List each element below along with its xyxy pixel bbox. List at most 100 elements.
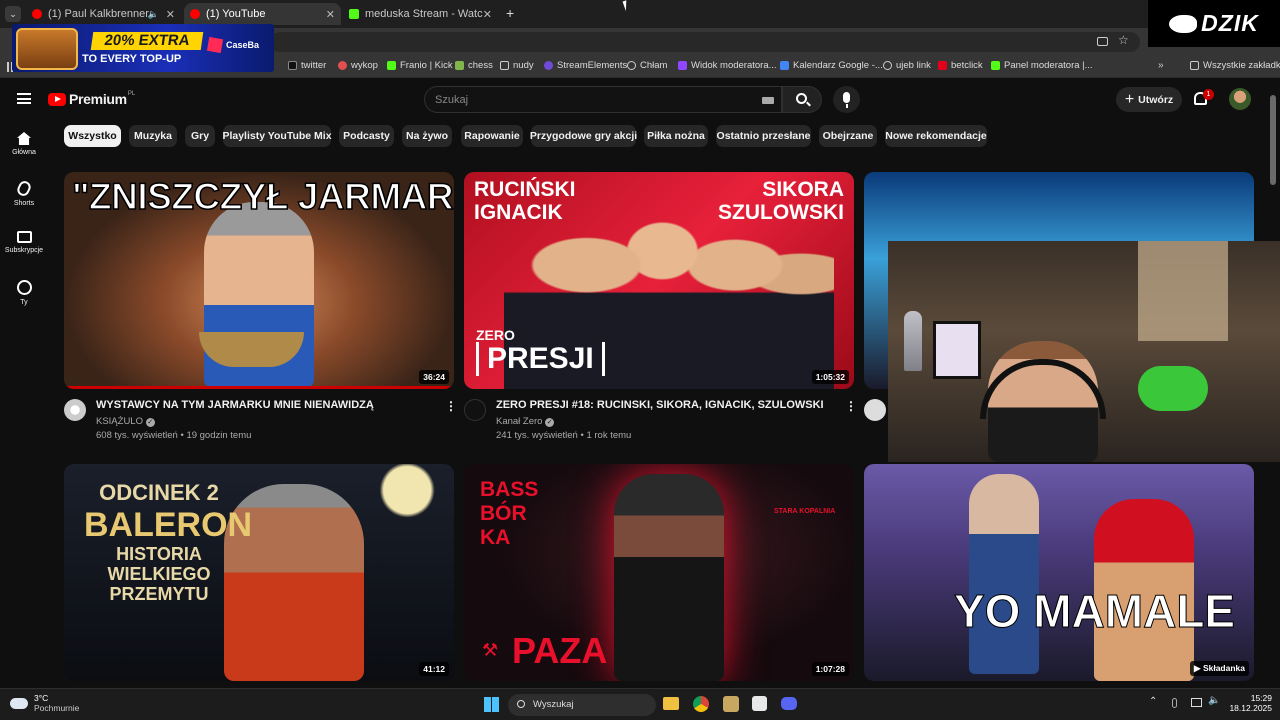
kick-icon: [387, 61, 396, 70]
chip-rapowanie[interactable]: Rapowanie: [461, 125, 523, 147]
discord-icon[interactable]: [781, 697, 797, 710]
tab-search-button[interactable]: ⌄: [5, 6, 21, 22]
bookmark-chlam[interactable]: Chłam: [627, 60, 667, 71]
video-thumbnail[interactable]: YO MAMALE ▶ Składanka: [864, 464, 1254, 681]
windows-taskbar: 3°C Pochmurnie Wyszukaj ⌃ 🔈 15:29 18.12.…: [0, 688, 1280, 720]
bookmark-wykop[interactable]: wykop: [338, 60, 378, 71]
install-app-icon[interactable]: [1097, 37, 1108, 46]
video-thumbnail[interactable]: RUCIŃSKI IGNACIK SIKORA SZULOWSKI ZERO P…: [464, 172, 854, 389]
chip-nowe-rekomendacje[interactable]: Nowe rekomendacje: [885, 125, 987, 147]
bookmark-streamelements[interactable]: StreamElements: [544, 60, 627, 71]
user-avatar[interactable]: [1229, 88, 1251, 110]
video-duration: 41:12: [419, 662, 449, 676]
voice-search-button[interactable]: [833, 86, 860, 113]
windows-start-icon[interactable]: [484, 697, 499, 712]
new-tab-button[interactable]: +: [506, 5, 514, 21]
video-thumbnail[interactable]: BASS BÓR KA STARA KOPALNIA ⚒ PAZA 1:07:2…: [464, 464, 854, 681]
treasure-chest-icon: [16, 28, 78, 70]
keyboard-icon[interactable]: [762, 97, 774, 104]
video-title[interactable]: WYSTAWCY NA TYM JARMARKU MNIE NIENAWIDZĄ: [96, 399, 374, 411]
channel-avatar[interactable]: [464, 399, 486, 421]
hamburger-menu-icon[interactable]: [17, 93, 31, 104]
search-button[interactable]: [782, 86, 822, 113]
chip-podcasty[interactable]: Podcasty: [339, 125, 394, 147]
create-button[interactable]: + Utwórz: [1116, 87, 1182, 112]
close-tab-icon[interactable]: ✕: [483, 8, 492, 21]
channel-name[interactable]: Kanał Zero ✓: [496, 416, 555, 427]
close-tab-icon[interactable]: ✕: [326, 8, 335, 21]
chrome-icon[interactable]: [693, 696, 709, 712]
chip-gry[interactable]: Gry: [185, 125, 215, 147]
tab-youtube[interactable]: (1) YouTube ✕: [184, 3, 341, 25]
microphone-tray-icon[interactable]: [1172, 698, 1177, 708]
chip-ostatnio-przeslane[interactable]: Ostatnio przesłane: [716, 125, 811, 147]
globe-icon: [883, 61, 892, 70]
sidebar-item-subscriptions[interactable]: Subskrypcje: [0, 231, 48, 254]
close-tab-icon[interactable]: ✕: [166, 8, 175, 21]
cloud-icon: [10, 697, 28, 709]
youtube-header: Premium PL Szukaj + Utwórz 1: [0, 80, 1280, 120]
chip-wszystko[interactable]: Wszystko: [64, 125, 121, 147]
channel-avatar[interactable]: [864, 399, 886, 421]
more-options-icon[interactable]: ⋮: [845, 399, 857, 413]
clock[interactable]: 15:29 18.12.2025: [1222, 693, 1272, 713]
video-title[interactable]: ZERO PRESJI #18: RUCINSKI, SIKORA, IGNAC…: [496, 399, 824, 411]
youtube-favicon-icon: [32, 9, 42, 19]
bookmark-panel-moderatora[interactable]: Panel moderatora |...: [991, 60, 1093, 71]
dj-image: [614, 474, 724, 681]
bookmark-kalendarz-google[interactable]: Kalendarz Google -...: [780, 60, 883, 71]
video-thumbnail[interactable]: "ZNISZCZYŁ JARMARK!" 36:24: [64, 172, 454, 389]
chip-pilka-nozna[interactable]: Piłka nożna: [644, 125, 708, 147]
more-bookmarks-icon[interactable]: »: [1158, 60, 1164, 71]
sidebar-item-you[interactable]: Ty: [0, 280, 48, 306]
network-icon[interactable]: [1191, 698, 1202, 707]
app-icon[interactable]: [752, 696, 767, 711]
chip-przygodowe-gry[interactable]: Przygodowe gry akcji: [530, 125, 637, 147]
shorts-icon: [15, 179, 33, 198]
verified-icon: ✓: [145, 418, 155, 427]
chip-na-zywo[interactable]: Na żywo: [402, 125, 452, 147]
twitch-icon: [678, 61, 687, 70]
taskbar-search[interactable]: Wyszukaj: [508, 694, 656, 716]
video-thumbnail[interactable]: ODCINEK 2 BALERON HISTORIA WIELKIEGO PRZ…: [64, 464, 454, 681]
bookmark-betclick[interactable]: betclick: [938, 60, 983, 71]
show-hidden-icons[interactable]: ⌃: [1149, 696, 1157, 707]
thumbnail-text-right: SIKORA SZULOWSKI: [718, 178, 844, 224]
channel-avatar[interactable]: [64, 399, 86, 421]
tab-paul-kalkbrenner[interactable]: (1) Paul Kalkbrenner - Live a 🔈 ✕: [26, 3, 181, 25]
thumbnail-line1: ODCINEK 2: [99, 480, 219, 505]
weather-widget[interactable]: 3°C Pochmurnie: [10, 693, 79, 713]
bookmark-nudy[interactable]: nudy: [500, 60, 534, 71]
channel-name[interactable]: KSIĄŻULO ✓: [96, 416, 155, 427]
sidebar-item-home[interactable]: Główna: [0, 132, 48, 156]
bookmark-franio-kick[interactable]: Franio | Kick: [387, 60, 453, 71]
bookmark-twitter[interactable]: twitter: [288, 60, 326, 71]
url-field[interactable]: [270, 32, 1140, 52]
search-input[interactable]: Szukaj: [424, 86, 782, 113]
bookmark-widok-moderatora[interactable]: Widok moderatora...: [678, 60, 777, 71]
you-icon: [16, 280, 32, 295]
chip-playlisty-mix[interactable]: Playlisty YouTube Mix: [222, 125, 332, 147]
page-scrollbar[interactable]: [1270, 95, 1276, 185]
app-icon[interactable]: [723, 696, 739, 712]
video-duration: 36:24: [419, 370, 449, 384]
wykop-icon: [338, 61, 347, 70]
chip-obejrzane[interactable]: Obejrzane: [819, 125, 877, 147]
bookmark-star-icon[interactable]: ☆: [1118, 33, 1129, 47]
youtube-premium-logo[interactable]: Premium PL: [48, 91, 135, 107]
all-bookmarks-folder[interactable]: Wszystkie zakładki: [1190, 60, 1280, 71]
sidebar-item-shorts[interactable]: Shorts: [0, 179, 48, 207]
streamelements-icon: [544, 61, 553, 70]
more-options-icon[interactable]: ⋮: [445, 399, 457, 413]
volume-icon[interactable]: 🔈: [1208, 695, 1220, 706]
tab-meduska-stream[interactable]: meduska Stream - Watch Live o ✕: [343, 3, 498, 25]
promo-line2: TO EVERY TOP-UP: [82, 53, 182, 65]
video-duration: 1:07:28: [811, 662, 849, 676]
chip-muzyka[interactable]: Muzyka: [129, 125, 177, 147]
bookmark-ujeb-link[interactable]: ujeb link: [883, 60, 931, 71]
bookmark-chess[interactable]: chess: [455, 60, 493, 71]
thumbnail-brand: PRESJI: [476, 342, 605, 376]
file-explorer-icon[interactable]: [663, 697, 679, 710]
promo-banner-overlay: 20% EXTRA TO EVERY TOP-UP CaseBa: [12, 24, 274, 72]
mix-badge: ▶ Składanka: [1190, 661, 1249, 676]
